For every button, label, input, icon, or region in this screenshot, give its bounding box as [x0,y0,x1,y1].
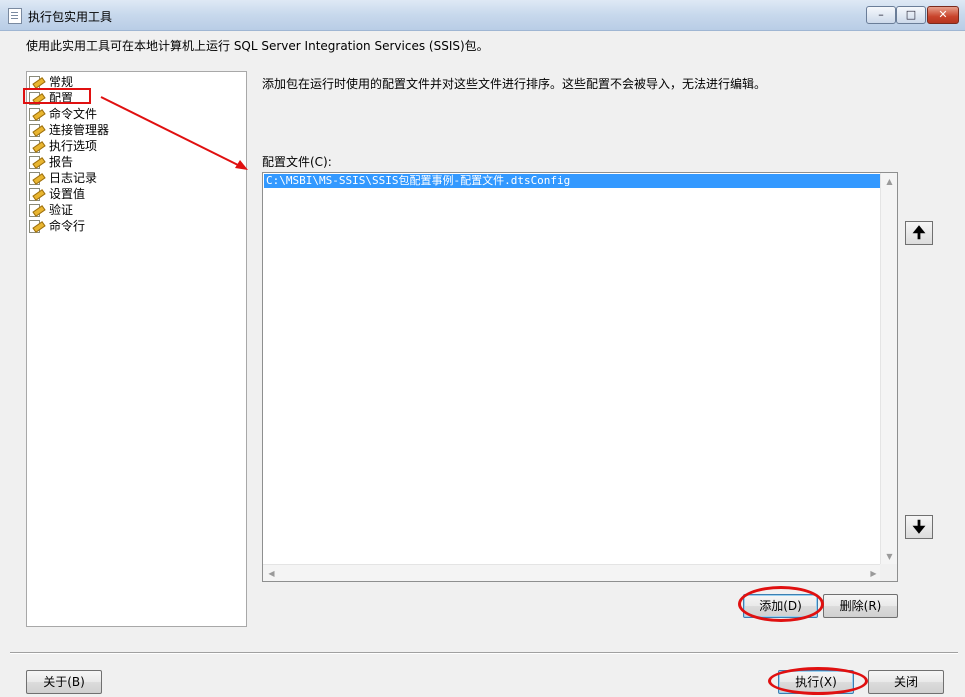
annotation-arrow [100,96,248,170]
